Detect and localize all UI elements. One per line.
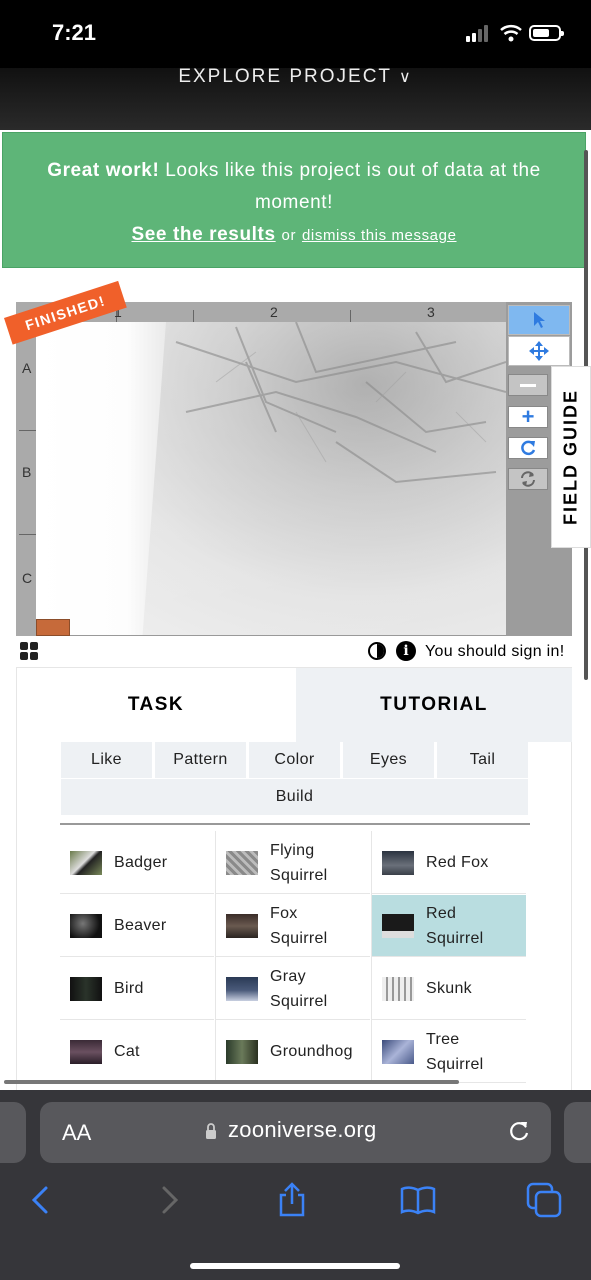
- annotate-tool-button[interactable]: [508, 305, 570, 335]
- aa-label: AA: [62, 1120, 92, 1145]
- row-label-b: B: [22, 464, 32, 480]
- choice-skunk[interactable]: Skunk: [372, 958, 526, 1020]
- lock-icon: [206, 1123, 216, 1139]
- choice-label: Red Fox: [426, 854, 489, 871]
- reload-icon[interactable]: [506, 1118, 532, 1144]
- cat-thumbnail: [70, 1039, 102, 1064]
- col-label-3: 3: [427, 304, 435, 320]
- plus-icon: +: [521, 404, 535, 429]
- finished-banner: Great work! Looks like this project is o…: [2, 132, 586, 268]
- sign-in-prompt[interactable]: You should sign in!: [425, 643, 564, 661]
- choice-bird[interactable]: Bird: [60, 958, 214, 1020]
- red-fox-thumbnail: [382, 850, 414, 875]
- home-indicator[interactable]: [190, 1263, 400, 1269]
- back-icon[interactable]: [22, 1180, 62, 1220]
- tree-squirrel-thumbnail: [382, 1039, 414, 1064]
- field-guide-label: FIELD GUIDE: [560, 388, 581, 526]
- choice-label: Flying Squirrel: [270, 841, 328, 884]
- choice-badger[interactable]: Badger: [60, 832, 214, 894]
- zoom-in-button[interactable]: +: [508, 406, 548, 428]
- wifi-icon: [500, 25, 522, 42]
- choice-beaver[interactable]: Beaver: [60, 895, 214, 957]
- filter-color[interactable]: Color: [249, 742, 340, 778]
- choice-red-fox[interactable]: Red Fox: [372, 832, 526, 894]
- choice-label: Bird: [114, 980, 144, 997]
- tab-tutorial[interactable]: TUTORIAL: [296, 668, 572, 742]
- filter-pattern[interactable]: Pattern: [155, 742, 246, 778]
- forward-icon[interactable]: [148, 1180, 188, 1220]
- minus-icon: [520, 383, 536, 387]
- row-label-c: C: [22, 570, 33, 586]
- grid-icon[interactable]: [20, 642, 40, 662]
- choice-label: Gray Squirrel: [270, 967, 328, 1010]
- flying-squirrel-thumbnail: [226, 850, 258, 875]
- camera-trap-image[interactable]: [36, 322, 506, 635]
- contrast-icon[interactable]: [368, 642, 386, 660]
- choice-flying-squirrel[interactable]: Flying Squirrel: [216, 832, 370, 894]
- explore-project-label: EXPLORE PROJECT: [178, 66, 392, 87]
- bird-thumbnail: [70, 976, 102, 1001]
- tab-task[interactable]: TASK: [17, 668, 295, 742]
- choice-label: Groundhog: [270, 1043, 353, 1060]
- tabs-icon[interactable]: [524, 1180, 564, 1220]
- bookmarks-icon[interactable]: [398, 1180, 438, 1220]
- badger-thumbnail: [70, 850, 102, 875]
- reset-button[interactable]: [508, 468, 548, 490]
- choice-label: Skunk: [426, 980, 472, 997]
- col-label-2: 2: [270, 304, 278, 320]
- rotate-button[interactable]: [508, 437, 548, 459]
- previous-tab-preview[interactable]: [0, 1102, 26, 1163]
- chevron-down-icon: ∨: [398, 69, 413, 86]
- see-results-link[interactable]: See the results: [131, 224, 275, 245]
- field-guide-button[interactable]: FIELD GUIDE: [551, 366, 591, 548]
- choice-label: Red Squirrel: [426, 904, 484, 947]
- cellular-signal-icon: [466, 24, 492, 42]
- row-label-a: A: [22, 360, 32, 376]
- choice-label: Fox Squirrel: [270, 904, 328, 947]
- zoom-out-button[interactable]: [508, 374, 548, 396]
- url-text[interactable]: zooniverse.org: [228, 1117, 377, 1143]
- choice-label: Cat: [114, 1043, 140, 1060]
- choice-groundhog[interactable]: Groundhog: [216, 1021, 370, 1083]
- divider: [60, 823, 530, 825]
- filter-tail[interactable]: Tail: [437, 742, 528, 778]
- beaver-thumbnail: [70, 913, 102, 938]
- banner-or: or: [281, 227, 297, 244]
- choice-label: Beaver: [114, 917, 167, 934]
- info-icon[interactable]: i: [396, 641, 416, 661]
- status-time: 7:21: [52, 20, 97, 45]
- choice-label: Badger: [114, 854, 168, 871]
- choice-red-squirrel[interactable]: Red Squirrel: [372, 895, 526, 957]
- choice-gray-squirrel[interactable]: Gray Squirrel: [216, 958, 370, 1020]
- horizontal-scrollbar[interactable]: [4, 1080, 459, 1084]
- choice-label: Tree Squirrel: [426, 1030, 484, 1073]
- banner-message: Looks like this project is out of data a…: [159, 160, 541, 213]
- reset-icon: [521, 471, 535, 487]
- choice-fox-squirrel[interactable]: Fox Squirrel: [216, 895, 370, 957]
- dismiss-message-link[interactable]: dismiss this message: [302, 227, 457, 244]
- frame-thumbnail[interactable]: [36, 619, 70, 636]
- banner-bold: Great work!: [47, 160, 160, 181]
- rotate-icon: [521, 440, 536, 456]
- explore-project-menu[interactable]: EXPLORE PROJECT ∨: [0, 66, 591, 88]
- choice-tree-squirrel[interactable]: Tree Squirrel: [372, 1021, 526, 1083]
- filter-build[interactable]: Build: [61, 779, 528, 815]
- gray-squirrel-thumbnail: [226, 976, 258, 1001]
- share-icon[interactable]: [272, 1180, 312, 1220]
- move-tool-button[interactable]: [508, 336, 570, 366]
- filter-like[interactable]: Like: [61, 742, 152, 778]
- pointer-icon: [534, 312, 545, 328]
- fox-squirrel-thumbnail: [226, 913, 258, 938]
- red-squirrel-thumbnail: [382, 913, 414, 938]
- reader-text-size-button[interactable]: AA: [62, 1120, 91, 1146]
- skunk-thumbnail: [382, 976, 414, 1001]
- battery-icon: [529, 25, 564, 41]
- ruler-left: A B C: [16, 302, 36, 636]
- groundhog-thumbnail: [226, 1039, 258, 1064]
- next-tab-preview[interactable]: [564, 1102, 591, 1163]
- filter-eyes[interactable]: Eyes: [343, 742, 434, 778]
- move-icon: [529, 341, 549, 361]
- choice-cat[interactable]: Cat: [60, 1021, 214, 1083]
